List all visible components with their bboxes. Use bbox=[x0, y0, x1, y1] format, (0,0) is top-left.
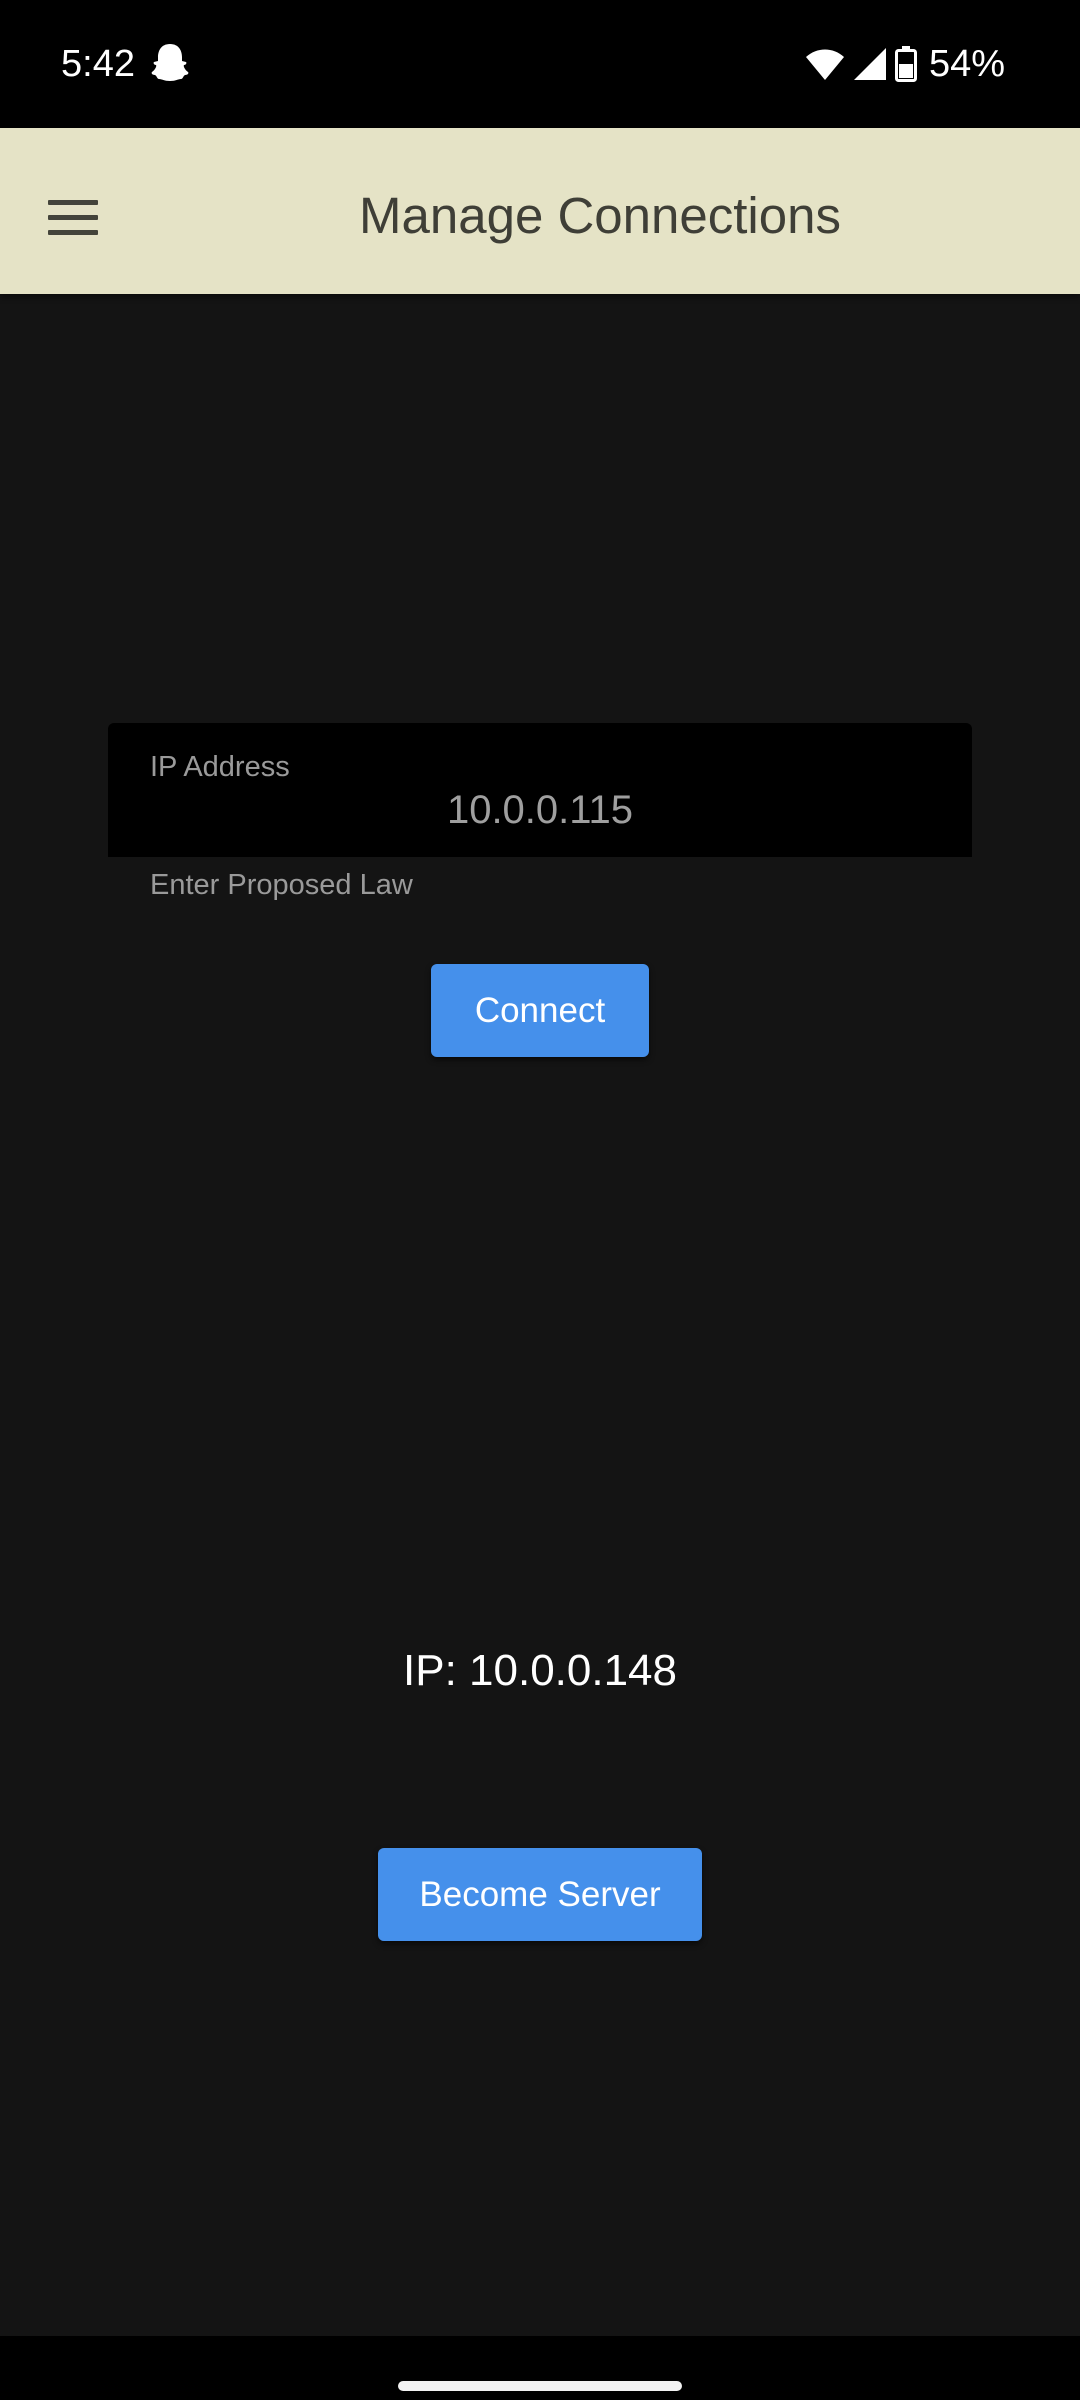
battery-percent: 54% bbox=[928, 43, 1005, 85]
server-ip-text: IP: 10.0.0.148 bbox=[403, 1646, 677, 1695]
signal-icon bbox=[853, 48, 886, 80]
status-icons: 54% bbox=[805, 40, 1005, 88]
snapchat-ghost-icon bbox=[151, 44, 189, 81]
page-title: Manage Connections bbox=[359, 187, 841, 244]
status-time: 5:42 bbox=[61, 43, 135, 85]
become-server-button[interactable]: Become Server bbox=[378, 1848, 702, 1941]
wifi-icon bbox=[805, 49, 844, 80]
home-gesture-handle[interactable] bbox=[398, 2381, 682, 2391]
connect-button[interactable]: Connect bbox=[431, 964, 649, 1057]
status-bar: 5:42 54% bbox=[0, 0, 1080, 128]
ip-address-label: IP Address bbox=[150, 751, 290, 783]
ip-address-input[interactable]: 10.0.0.115 bbox=[108, 784, 972, 836]
hamburger-menu-icon[interactable] bbox=[48, 197, 98, 237]
battery-icon bbox=[894, 46, 917, 82]
ip-address-helper-text: Enter Proposed Law bbox=[150, 869, 413, 901]
